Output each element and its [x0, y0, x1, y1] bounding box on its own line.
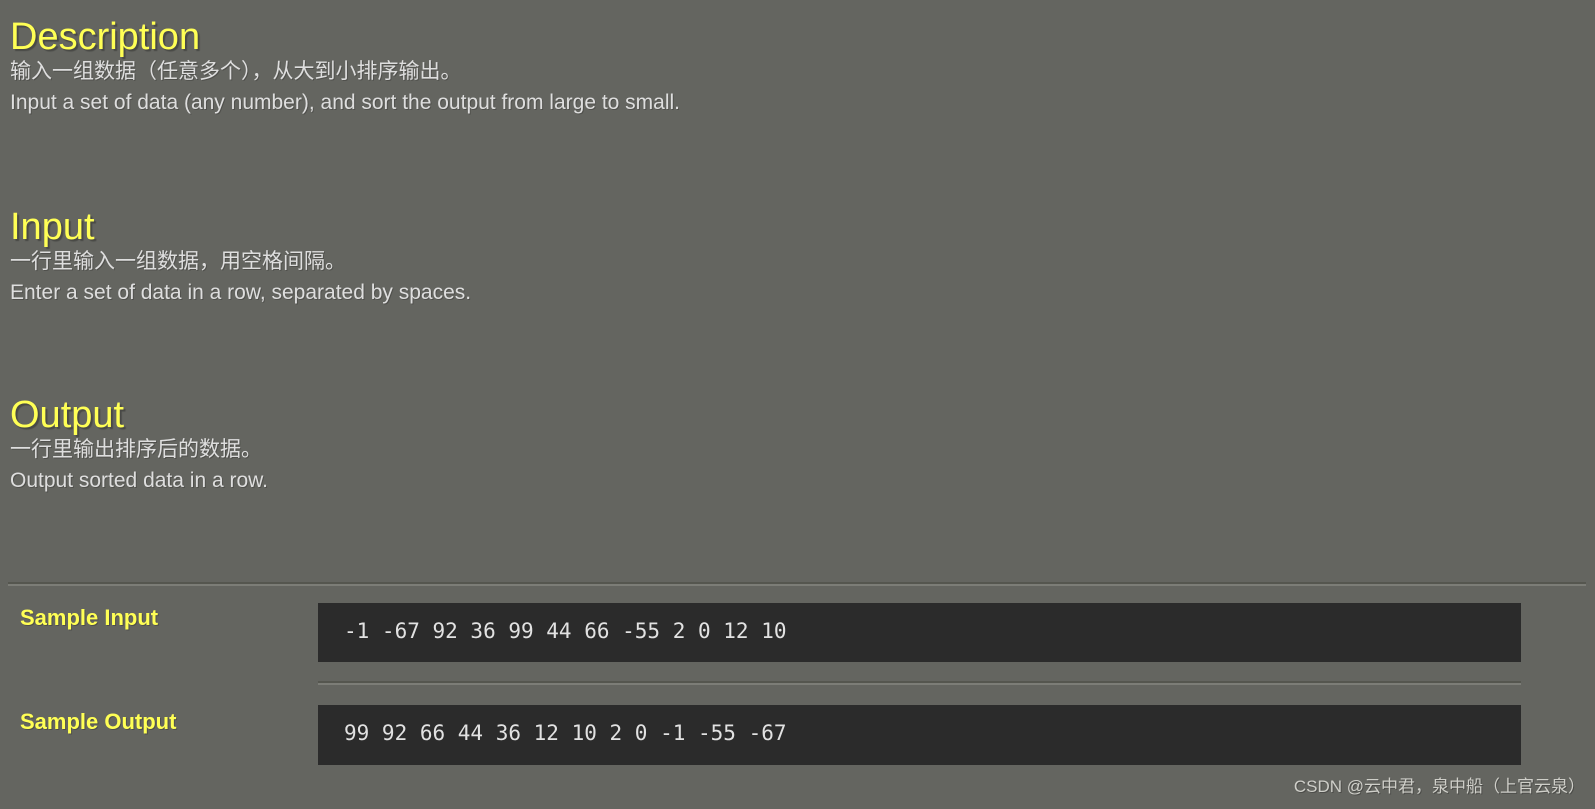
input-line-en: Enter a set of data in a row, separated … — [10, 281, 472, 305]
sample-input-code[interactable]: -1 -67 92 36 99 44 66 -55 2 0 12 10 — [318, 603, 1521, 662]
output-heading: Output — [10, 394, 125, 436]
section-description: Description 输入一组数据（任意多个），从大到小排序输出。 Input… — [0, 18, 690, 118]
output-line-en: Output sorted data in a row. — [10, 469, 268, 493]
csdn-watermark: CSDN @云中君，泉中船（上官云泉） — [1293, 777, 1585, 796]
problem-statement-page: Description 输入一组数据（任意多个），从大到小排序输出。 Input… — [0, 0, 1595, 809]
description-heading: Description — [10, 16, 201, 58]
output-line-cn: 一行里输出排序后的数据。 — [10, 438, 262, 461]
description-line-en: Input a set of data (any number), and so… — [10, 91, 681, 115]
sample-output-label: Sample Output — [20, 709, 177, 734]
input-body: 一行里输入一组数据，用空格间隔。 Enter a set of data in … — [10, 246, 471, 308]
section-output: Output 一行里输出排序后的数据。 Output sorted data i… — [0, 396, 278, 496]
section-input: Input 一行里输入一组数据，用空格间隔。 Enter a set of da… — [0, 208, 481, 308]
description-body: 输入一组数据（任意多个），从大到小排序输出。 Input a set of da… — [10, 56, 680, 118]
description-line-cn: 输入一组数据（任意多个），从大到小排序输出。 — [10, 60, 462, 83]
divider-between-samples — [318, 681, 1521, 685]
sample-output-code[interactable]: 99 92 66 44 36 12 10 2 0 -1 -55 -67 — [318, 705, 1521, 765]
input-heading: Input — [10, 206, 95, 248]
divider-above-samples — [8, 582, 1586, 586]
sample-input-label: Sample Input — [20, 605, 159, 630]
input-line-cn: 一行里输入一组数据，用空格间隔。 — [10, 250, 346, 273]
output-body: 一行里输出排序后的数据。 Output sorted data in a row… — [10, 434, 268, 496]
